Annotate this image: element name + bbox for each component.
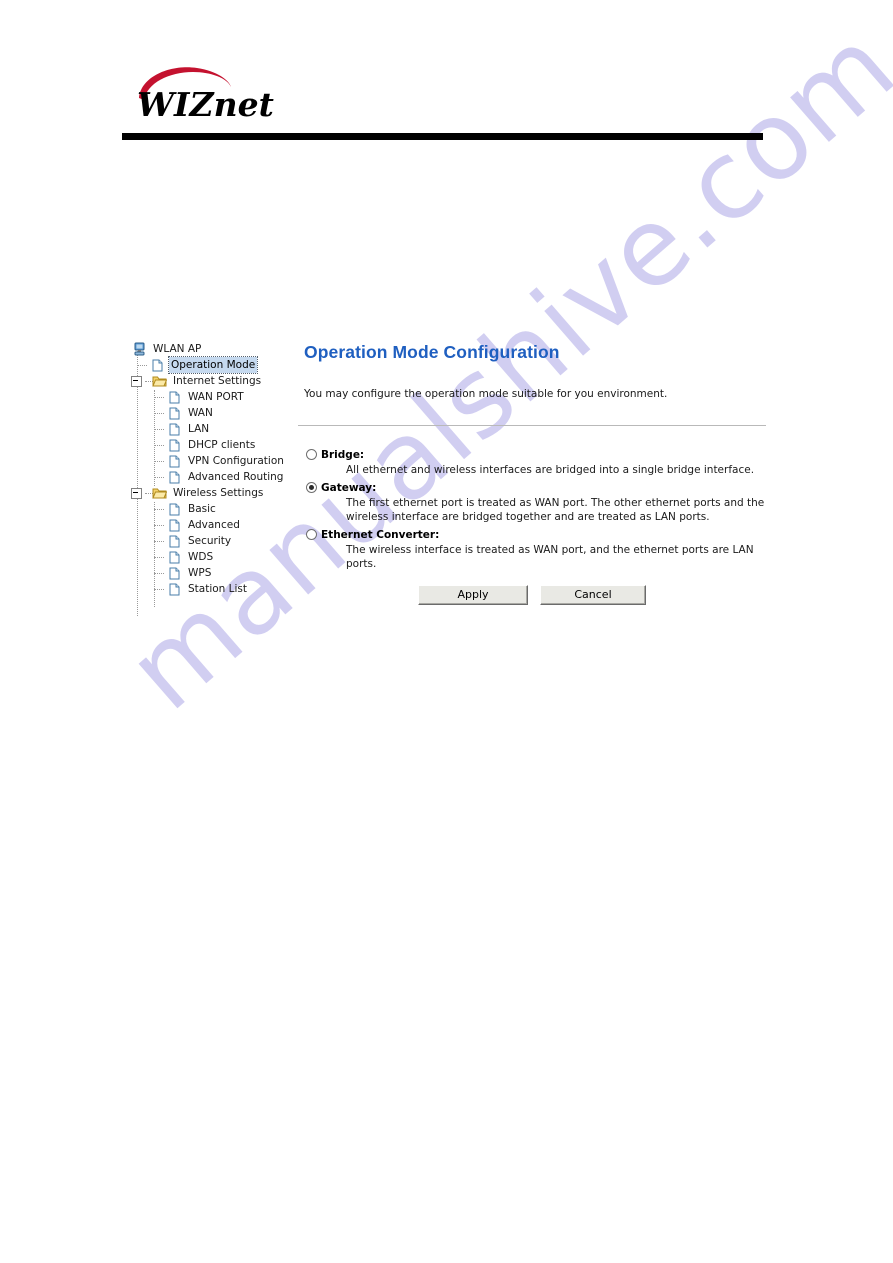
- tree-item-lan[interactable]: LAN: [131, 421, 296, 437]
- page-icon: [166, 453, 182, 469]
- tree-root-label: WLAN AP: [153, 343, 202, 355]
- page-icon: [166, 549, 182, 565]
- tree-guide-line: [137, 351, 139, 616]
- tree-item-label: Station List: [188, 583, 248, 595]
- apply-button[interactable]: Apply: [418, 584, 528, 605]
- page-icon: [166, 437, 182, 453]
- tree-item-wan-port[interactable]: WAN PORT: [131, 389, 296, 405]
- tree-item-operation-mode[interactable]: Operation Mode: [131, 356, 296, 374]
- tree-item-label: Advanced: [188, 519, 240, 531]
- tree-item-label: WAN PORT: [188, 391, 244, 403]
- tree-item-label: WAN: [188, 407, 213, 419]
- page-icon: [166, 405, 182, 421]
- option-ethernet-converter-description: The wireless interface is treated as WAN…: [346, 543, 754, 571]
- folder-icon: [151, 485, 167, 501]
- option-bridge-description: All ethernet and wireless interfaces are…: [346, 464, 755, 476]
- svg-text:WIZnet: WIZnet: [137, 85, 274, 124]
- tree-item-dhcp-clients[interactable]: DHCP clients: [131, 437, 296, 453]
- tree-item-label: Internet Settings: [173, 375, 262, 387]
- option-gateway-description: The first ethernet port is treated as WA…: [346, 496, 765, 524]
- tree-connector: [154, 565, 166, 581]
- tree-item-advanced-routing[interactable]: Advanced Routing: [131, 469, 296, 485]
- navigation-tree[interactable]: WLAN AP Operation Mode Internet Settings…: [131, 341, 296, 616]
- tree-item-vpn-configuration[interactable]: VPN Configuration: [131, 453, 296, 469]
- tree-connector: [154, 453, 166, 469]
- tree-item-label: Advanced Routing: [188, 471, 284, 483]
- page-icon: [166, 469, 182, 485]
- tree-item-security[interactable]: Security: [131, 533, 296, 549]
- tree-item-advanced[interactable]: Advanced: [131, 517, 296, 533]
- tree-item-label: Operation Mode: [167, 356, 259, 374]
- cancel-button[interactable]: Cancel: [540, 584, 646, 605]
- tree-connector: [154, 581, 166, 597]
- tree-connector: [137, 357, 149, 373]
- option-ethernet-converter-label: Ethernet Converter:: [321, 528, 440, 541]
- tree-root-wlan-ap[interactable]: WLAN AP: [131, 341, 296, 357]
- option-bridge-label: Bridge:: [321, 449, 365, 461]
- page-header: WIZnet: [122, 60, 763, 132]
- wiznet-logo-icon: WIZnet: [137, 67, 274, 124]
- tree-connector: [154, 549, 166, 565]
- tree-item-wan[interactable]: WAN: [131, 405, 296, 421]
- radio-ethernet-converter[interactable]: [306, 528, 317, 540]
- tree-item-wds[interactable]: WDS: [131, 549, 296, 565]
- router-config-screenshot: WLAN AP Operation Mode Internet Settings…: [0, 0, 893, 1263]
- tree-item-label: WDS: [188, 551, 214, 563]
- tree-connector: [154, 517, 166, 533]
- page-icon: [166, 581, 182, 597]
- tree-connector: [154, 405, 166, 421]
- tree-connector: [154, 421, 166, 437]
- tree-expander-minus-icon[interactable]: [131, 375, 142, 387]
- tree-connector: [154, 469, 166, 485]
- tree-item-wireless-settings[interactable]: Wireless Settings: [131, 485, 296, 501]
- content-panel: Operation Mode Configuration You may con…: [298, 341, 766, 605]
- tree-item-label: Security: [188, 535, 232, 547]
- tree-item-label: LAN: [188, 423, 210, 435]
- tree-item-label: VPN Configuration: [188, 455, 284, 467]
- radio-bridge[interactable]: [306, 449, 317, 460]
- folder-icon: [151, 373, 167, 389]
- option-bridge[interactable]: Bridge:: [306, 448, 766, 462]
- tree-connector: [154, 501, 166, 517]
- page-intro-text: You may configure the operation mode sui…: [304, 388, 668, 400]
- tree-item-internet-settings[interactable]: Internet Settings: [131, 373, 296, 389]
- option-gateway-label: Gateway:: [321, 481, 377, 494]
- tree-item-station-list[interactable]: Station List: [131, 581, 296, 597]
- page-icon: [166, 565, 182, 581]
- option-gateway[interactable]: Gateway:: [306, 481, 766, 495]
- tree-connector: [154, 533, 166, 549]
- page-icon: [166, 517, 182, 533]
- tree-item-label: Wireless Settings: [173, 487, 264, 499]
- radio-gateway[interactable]: [306, 481, 317, 493]
- tree-connector: [154, 389, 166, 405]
- content-divider: [298, 425, 766, 426]
- form-button-row: Apply Cancel: [418, 584, 766, 605]
- option-ethernet-converter[interactable]: Ethernet Converter:: [306, 528, 766, 542]
- page-icon: [166, 421, 182, 437]
- page-icon: [166, 389, 182, 405]
- tree-item-label: Basic: [188, 503, 216, 515]
- page-icon: [166, 501, 182, 517]
- tree-item-label: WPS: [188, 567, 212, 579]
- wiznet-logo: WIZnet: [122, 60, 763, 132]
- computer-icon: [131, 341, 147, 357]
- page-icon: [149, 357, 165, 373]
- page-title: Operation Mode Configuration: [304, 342, 560, 362]
- tree-expander-minus-icon[interactable]: [131, 487, 142, 499]
- operation-mode-radio-group[interactable]: Bridge: All ethernet and wireless interf…: [306, 448, 766, 572]
- tree-item-wps[interactable]: WPS: [131, 565, 296, 581]
- tree-item-label: DHCP clients: [188, 439, 256, 451]
- tree-connector: [154, 437, 166, 453]
- page-icon: [166, 533, 182, 549]
- tree-item-basic[interactable]: Basic: [131, 501, 296, 517]
- header-divider-rule: [122, 133, 763, 140]
